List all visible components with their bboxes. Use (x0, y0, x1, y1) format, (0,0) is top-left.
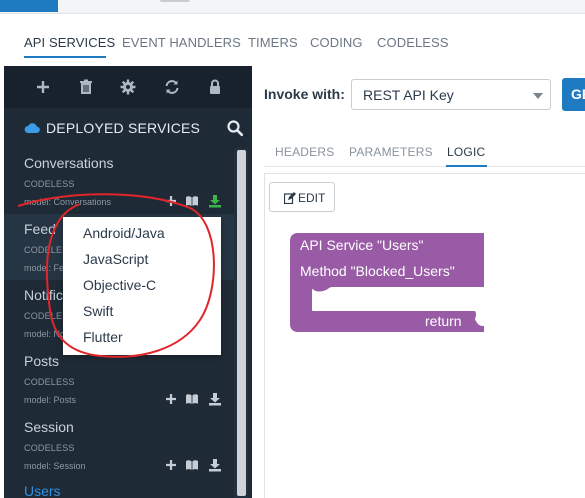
download-language-menu: Android/Java JavaScript Objective-C Swif… (63, 217, 221, 355)
download-icon[interactable] (208, 458, 222, 472)
service-item-users[interactable]: Users (4, 478, 238, 498)
search-icon[interactable] (226, 119, 244, 137)
tab-logic[interactable]: LOGIC (447, 145, 485, 159)
sidebar-scrollbar[interactable] (234, 148, 248, 498)
tab-headers[interactable]: HEADERS (275, 145, 334, 159)
service-name: Feed (24, 221, 56, 237)
service-model: model: Session (24, 461, 86, 471)
deployed-services-header: DEPLOYED SERVICES (4, 108, 252, 148)
nav-timers[interactable]: TIMERS (248, 35, 298, 50)
service-model: model: Posts (24, 395, 77, 405)
edit-button-label: EDIT (298, 191, 326, 205)
add-icon[interactable] (164, 392, 178, 406)
service-item-conversations[interactable]: Conversations CODELESS model: Conversati… (4, 148, 238, 214)
logic-workspace[interactable] (264, 173, 585, 498)
tab-parameters[interactable]: PARAMETERS (349, 145, 433, 159)
sidebar-toolbar (4, 66, 252, 108)
book-icon[interactable] (185, 458, 199, 472)
deployed-services-title: DEPLOYED SERVICES (46, 120, 201, 136)
menu-item-objective-c[interactable]: Objective-C (83, 277, 156, 293)
service-kind: CODELESS (24, 179, 75, 189)
invoke-button[interactable]: GE (562, 78, 585, 111)
pencil-icon (284, 192, 296, 204)
sub-tabs: HEADERS PARAMETERS LOGIC (264, 139, 585, 167)
nav-event-handlers[interactable]: EVENT HANDLERS (122, 35, 241, 50)
top-header (0, 0, 585, 14)
invoke-selected-value: REST API Key (363, 87, 454, 103)
app-root: API SERVICES EVENT HANDLERS TIMERS CODIN… (0, 0, 585, 498)
service-kind: CODELESS (24, 377, 75, 387)
tab-active-indicator (446, 165, 487, 167)
edit-button[interactable]: EDIT (269, 182, 335, 212)
invoke-button-label: GE (571, 86, 585, 102)
chevron-down-icon (533, 93, 543, 99)
nav-api-services[interactable]: API SERVICES (24, 35, 115, 50)
cloud-icon (24, 121, 40, 135)
header-tab-fragment (160, 0, 190, 2)
download-icon[interactable] (208, 194, 222, 208)
app-logo[interactable] (0, 0, 58, 12)
book-icon[interactable] (185, 392, 199, 406)
book-icon[interactable] (185, 194, 199, 208)
block-line-method: Method "Blocked_Users" (300, 263, 455, 279)
menu-item-android-java[interactable]: Android/Java (83, 225, 165, 241)
download-icon[interactable] (208, 392, 222, 406)
refresh-icon[interactable] (163, 78, 181, 96)
main-nav: API SERVICES EVENT HANDLERS TIMERS CODIN… (0, 28, 585, 62)
trash-icon[interactable] (77, 78, 95, 96)
service-item-session[interactable]: Session CODELESS model: Session (4, 412, 238, 478)
lock-icon[interactable] (206, 78, 224, 96)
scrollbar-thumb[interactable] (237, 150, 246, 496)
block-line-service: API Service "Users" (300, 237, 424, 253)
nav-active-indicator (24, 56, 106, 58)
menu-item-javascript[interactable]: JavaScript (83, 251, 148, 267)
nav-codeless[interactable]: CODELESS (377, 35, 449, 50)
add-icon[interactable] (164, 194, 178, 208)
plus-icon[interactable] (34, 78, 52, 96)
menu-item-flutter[interactable]: Flutter (83, 329, 123, 345)
service-name: Users (24, 483, 61, 498)
service-name: Session (24, 419, 74, 435)
add-icon[interactable] (164, 458, 178, 472)
service-model: model: Conversations (24, 197, 112, 207)
service-name: Conversations (24, 155, 114, 171)
nav-coding[interactable]: CODING (310, 35, 363, 50)
service-name: Posts (24, 353, 60, 369)
invoke-select[interactable]: REST API Key (351, 79, 551, 110)
block-return-label: return (425, 313, 462, 329)
service-item-posts[interactable]: Posts CODELESS model: Posts (4, 346, 238, 412)
service-kind: CODELESS (24, 443, 75, 453)
invoke-label: Invoke with: (264, 86, 345, 102)
menu-item-swift[interactable]: Swift (83, 303, 113, 319)
gear-icon[interactable] (119, 78, 137, 96)
